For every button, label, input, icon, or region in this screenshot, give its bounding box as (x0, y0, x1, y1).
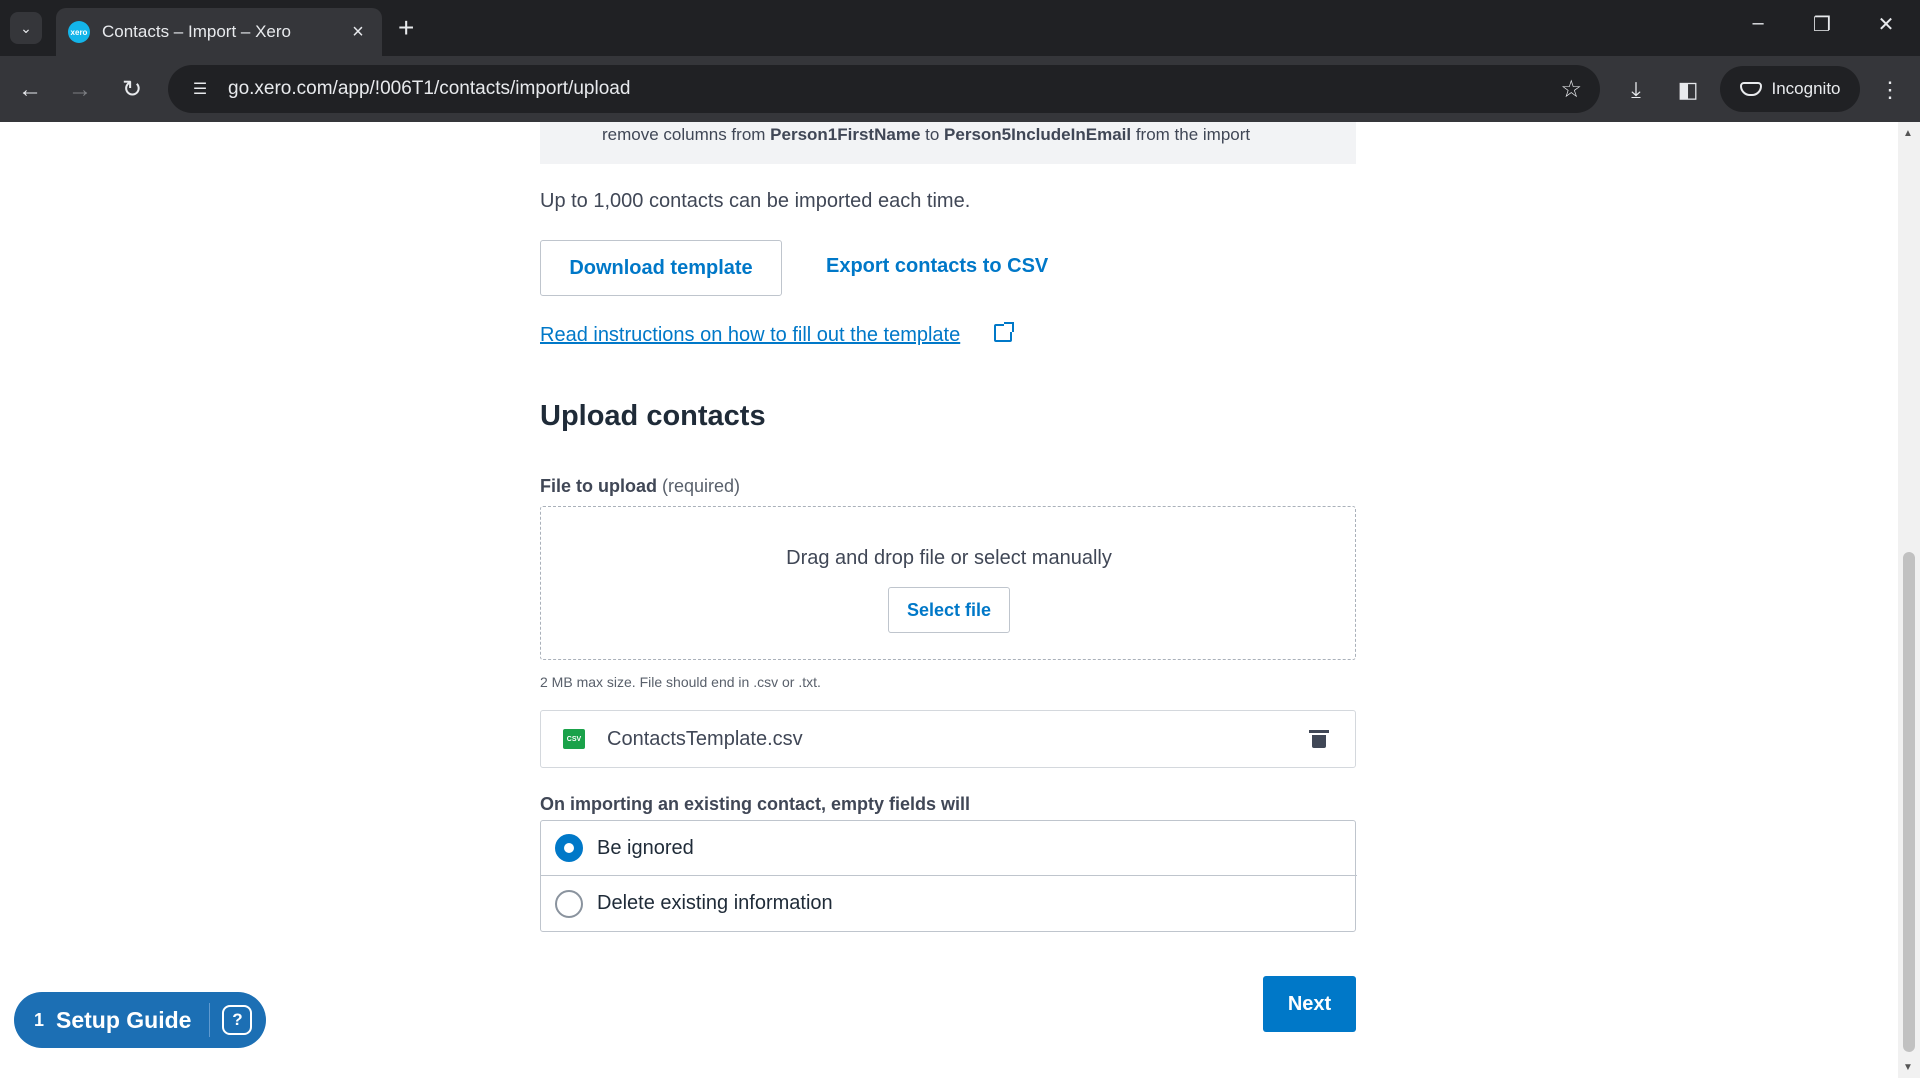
incognito-badge[interactable]: Incognito (1720, 66, 1860, 112)
csv-file-icon: CSV (563, 729, 585, 749)
close-icon[interactable]: × (346, 21, 370, 44)
uploaded-file-name: ContactsTemplate.csv (607, 727, 803, 750)
minimize-icon[interactable]: – (1738, 12, 1778, 35)
note-to-field: Person5IncludeInEmail (944, 125, 1132, 144)
browser-toolbar: ← → ↻ ☰ go.xero.com/app/!006T1/contacts/… (0, 56, 1920, 122)
chevron-down-icon[interactable]: ⌄ (10, 12, 42, 44)
trash-icon[interactable] (1309, 730, 1329, 748)
address-bar[interactable]: ☰ go.xero.com/app/!006T1/contacts/import… (168, 65, 1600, 113)
url-text[interactable]: go.xero.com/app/!006T1/contacts/import/u… (228, 78, 1560, 100)
kebab-menu-icon[interactable]: ⋮ (1872, 72, 1908, 108)
file-upload-label: File to upload (required) (540, 476, 740, 497)
note-middle: to (920, 125, 945, 144)
setup-guide-count: 1 (34, 1009, 45, 1030)
scroll-thumb[interactable] (1903, 552, 1915, 1052)
external-link-icon[interactable] (994, 322, 1014, 342)
setup-guide-label: Setup Guide (56, 1006, 192, 1033)
star-icon[interactable]: ☆ (1560, 75, 1582, 104)
incognito-label: Incognito (1771, 79, 1841, 98)
required-text: (required) (662, 476, 741, 496)
radio-unselected-icon[interactable] (555, 889, 583, 918)
browser-tab-strip: ⌄ xero Contacts – Import – Xero × + – ❐ … (0, 0, 1920, 56)
next-button[interactable]: Next (1263, 976, 1356, 1032)
upload-heading: Upload contacts (540, 400, 766, 432)
download-icon[interactable]: ⤓ (1618, 72, 1654, 108)
file-dropzone[interactable]: Drag and drop file or select manually Se… (540, 506, 1356, 660)
plus-icon[interactable]: + (398, 12, 414, 44)
note-from-field: Person1FirstName (770, 125, 921, 144)
radio-option-delete-existing[interactable]: Delete existing information (541, 876, 1357, 931)
empty-fields-question: On importing an existing contact, empty … (540, 794, 971, 814)
empty-fields-radio-group: Be ignored Delete existing information (540, 820, 1357, 932)
radio-selected-icon[interactable] (555, 834, 583, 862)
side-panel-icon[interactable]: ◧ (1670, 72, 1706, 108)
setup-guide-button[interactable]: 1 Setup Guide ? (14, 992, 266, 1048)
back-arrow-icon[interactable]: ← (12, 72, 48, 108)
help-chat-icon[interactable]: ? (222, 1005, 253, 1035)
select-file-button[interactable]: Select file (888, 587, 1010, 633)
xero-favicon-icon: xero (68, 21, 90, 43)
radio-option-be-ignored[interactable]: Be ignored (541, 821, 1357, 876)
instructions-link[interactable]: Read instructions on how to fill out the… (540, 324, 960, 347)
window-close-icon[interactable]: ✕ (1866, 12, 1906, 37)
divider (209, 1003, 211, 1037)
tab-title: Contacts – Import – Xero (102, 22, 291, 41)
restore-icon[interactable]: ❐ (1802, 12, 1842, 37)
radio-option-label: Be ignored (597, 836, 694, 859)
file-label-text: File to upload (540, 476, 657, 496)
incognito-icon (1739, 82, 1762, 96)
note-suffix: from the import (1131, 125, 1251, 144)
tune-icon[interactable]: ☰ (176, 79, 224, 99)
scroll-up-icon[interactable]: ▲ (1903, 128, 1913, 139)
forward-arrow-icon[interactable]: → (62, 72, 98, 108)
reload-icon[interactable]: ↻ (114, 72, 150, 108)
uploaded-file-row: CSV ContactsTemplate.csv (540, 710, 1356, 768)
download-template-button[interactable]: Download template (540, 240, 782, 296)
scroll-down-icon[interactable]: ▼ (1903, 1062, 1913, 1073)
export-csv-button[interactable]: Export contacts to CSV (826, 255, 1048, 278)
drop-instructions: Drag and drop file or select manually (786, 547, 1112, 569)
file-hint: 2 MB max size. File should end in .csv o… (540, 674, 821, 690)
page-content: remove columns from Person1FirstName to … (0, 122, 1898, 1078)
column-note: remove columns from Person1FirstName to … (540, 122, 1356, 164)
import-limit-text: Up to 1,000 contacts can be imported eac… (540, 190, 971, 212)
radio-option-label: Delete existing information (597, 892, 833, 914)
browser-tab[interactable]: xero Contacts – Import – Xero × (56, 8, 382, 56)
note-prefix: remove columns from (602, 125, 771, 144)
page-scrollbar[interactable]: ▲ ▼ (1898, 122, 1920, 1078)
